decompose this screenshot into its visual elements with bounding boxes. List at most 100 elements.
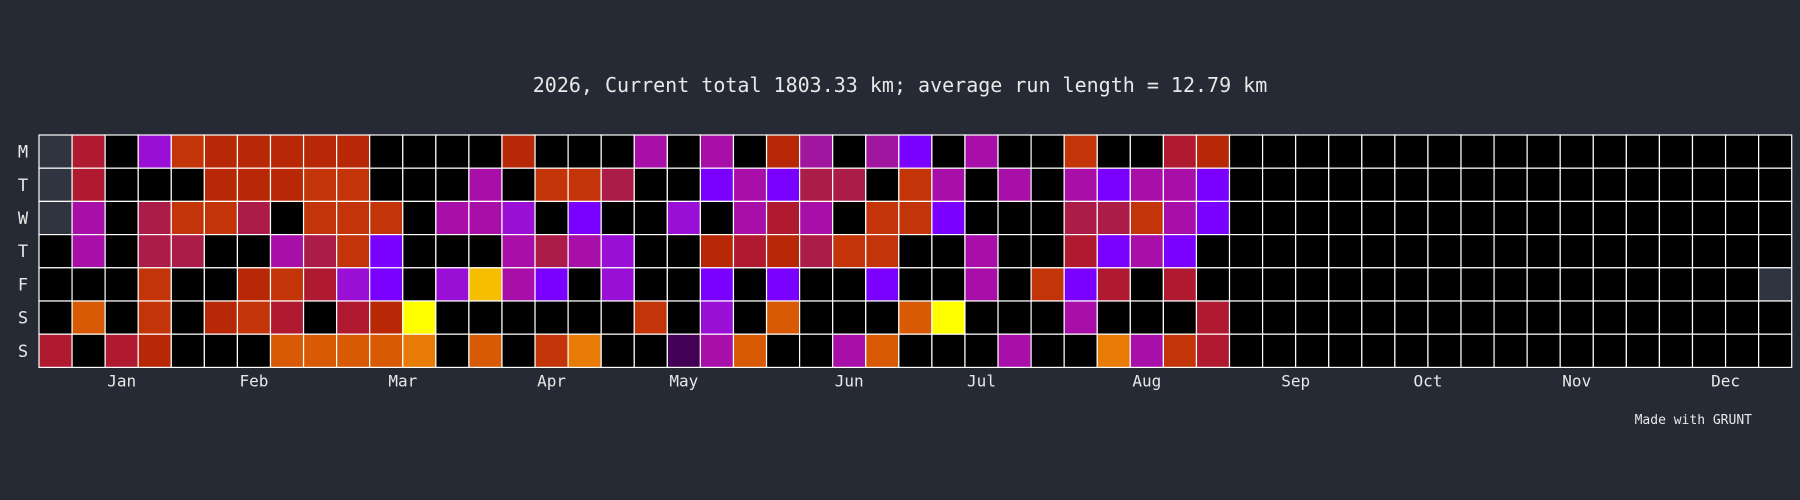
heat-cell-r3-c49: [1658, 234, 1694, 269]
heat-cell-r0-c3: [137, 134, 172, 169]
heat-cell-r2-c2: [104, 200, 139, 236]
heat-cell-r5-c1: [71, 300, 106, 335]
heat-cell-r3-c28: [964, 234, 999, 269]
heat-cell-r5-c33: [1129, 300, 1164, 335]
heat-cell-r4-c8: [302, 267, 338, 302]
heat-cell-r6-c31: [1063, 333, 1098, 369]
heat-cell-r2-c27: [931, 200, 966, 236]
heat-cell-r0-c36: [1228, 134, 1264, 169]
heat-cell-r1-c49: [1658, 167, 1694, 202]
heat-cell-r3-c29: [997, 234, 1032, 269]
heat-cell-r2-c50: [1691, 200, 1727, 236]
heat-cell-r6-c43: [1460, 333, 1495, 369]
heat-cell-r5-c38: [1295, 300, 1330, 335]
heat-cell-r0-c52: [1758, 134, 1793, 169]
heat-cell-r4-c29: [997, 267, 1032, 302]
weekday-label: T: [18, 242, 28, 262]
heat-cell-r3-c2: [104, 234, 139, 269]
weekday-label: M: [18, 143, 28, 163]
heat-cell-r4-c14: [501, 267, 536, 302]
heat-cell-r4-c20: [699, 267, 735, 302]
heat-cell-r3-c44: [1493, 234, 1528, 269]
heat-cell-r1-c31: [1063, 167, 1098, 202]
heat-cell-r2-c12: [435, 200, 470, 236]
heat-cell-r0-c31: [1063, 134, 1098, 169]
heat-cell-r0-c14: [501, 134, 536, 169]
heat-cell-r0-c11: [402, 134, 437, 169]
heat-cell-r6-c33: [1129, 333, 1164, 369]
heat-cell-r1-c15: [534, 167, 569, 202]
heat-cell-r5-c9: [336, 300, 371, 335]
heat-cell-r1-c41: [1394, 167, 1429, 202]
heat-cell-r2-c33: [1129, 200, 1164, 236]
heat-cell-r3-c33: [1129, 234, 1164, 269]
heat-cell-r2-c43: [1460, 200, 1495, 236]
heat-cell-r6-c39: [1328, 333, 1363, 369]
heat-cell-r5-c42: [1427, 300, 1462, 335]
heat-cell-r1-c39: [1328, 167, 1363, 202]
heat-cell-r3-c38: [1295, 234, 1330, 269]
heat-cell-r6-c1: [71, 333, 106, 369]
heat-cell-r1-c43: [1460, 167, 1495, 202]
heat-cell-r5-c52: [1758, 300, 1793, 335]
heat-cell-r6-c20: [699, 333, 735, 369]
heat-cell-r4-c26: [898, 267, 933, 302]
heat-cell-r4-c3: [137, 267, 172, 302]
heat-cell-r2-c28: [964, 200, 999, 236]
heat-cell-r1-c4: [170, 167, 205, 202]
heat-cell-r4-c12: [435, 267, 470, 302]
heat-cell-r5-c47: [1592, 300, 1627, 335]
heat-cell-r1-c12: [435, 167, 470, 202]
month-label: Sep: [1281, 371, 1310, 390]
heat-cell-r0-c9: [336, 134, 371, 169]
heat-cell-r2-c17: [600, 200, 635, 236]
heat-cell-r2-c30: [1030, 200, 1065, 236]
heat-cell-r1-c30: [1030, 167, 1065, 202]
heat-cell-r0-c16: [567, 134, 602, 169]
heat-cell-r1-c40: [1361, 167, 1396, 202]
heat-cell-r1-c19: [666, 167, 702, 202]
month-label: Jul: [967, 371, 996, 390]
heat-cell-r0-c8: [302, 134, 338, 169]
heat-cell-r1-c9: [336, 167, 371, 202]
heat-cell-r1-c35: [1195, 167, 1231, 202]
calendar-heatmap: 2026, Current total 1803.33 km; average …: [0, 0, 1800, 500]
heat-cell-r5-c17: [600, 300, 635, 335]
heat-cell-r6-c22: [765, 333, 801, 369]
heat-cell-r3-c36: [1228, 234, 1264, 269]
heat-cell-r1-c46: [1559, 167, 1594, 202]
heat-cell-r6-c45: [1526, 333, 1561, 369]
heat-cell-r5-c28: [964, 300, 999, 335]
heat-cell-r1-c44: [1493, 167, 1528, 202]
heat-cell-r2-c36: [1228, 200, 1264, 236]
heat-cell-r4-c17: [600, 267, 635, 302]
heat-cell-r4-c9: [336, 267, 371, 302]
heat-cell-r5-c40: [1361, 300, 1396, 335]
heat-cell-r3-c43: [1460, 234, 1495, 269]
month-label: Nov: [1562, 371, 1591, 390]
heat-cell-r3-c7: [269, 234, 305, 269]
heat-cell-r3-c31: [1063, 234, 1098, 269]
heat-cell-r4-c47: [1592, 267, 1627, 302]
heat-cell-r3-c13: [468, 234, 503, 269]
heat-cell-r5-c3: [137, 300, 172, 335]
month-label: Apr: [537, 371, 566, 390]
heat-cell-r6-c2: [104, 333, 139, 369]
heat-cell-r1-c2: [104, 167, 139, 202]
heat-cell-r2-c49: [1658, 200, 1694, 236]
heat-cell-r0-c48: [1625, 134, 1661, 169]
heat-cell-r2-c18: [633, 200, 668, 236]
heat-cell-r5-c39: [1328, 300, 1363, 335]
heat-cell-r1-c51: [1724, 167, 1760, 202]
heat-cell-r1-c48: [1625, 167, 1661, 202]
heat-cell-r5-c18: [633, 300, 668, 335]
heat-cell-r2-c40: [1361, 200, 1396, 236]
weekday-label: F: [18, 275, 28, 295]
heat-cell-r0-c50: [1691, 134, 1727, 169]
heat-cell-r3-c10: [369, 234, 404, 269]
heat-cell-r2-c1: [71, 200, 106, 236]
heat-cell-r3-c19: [666, 234, 702, 269]
heat-cell-r4-c21: [732, 267, 768, 302]
heat-cell-r6-c38: [1295, 333, 1330, 369]
heat-cell-r3-c40: [1361, 234, 1396, 269]
